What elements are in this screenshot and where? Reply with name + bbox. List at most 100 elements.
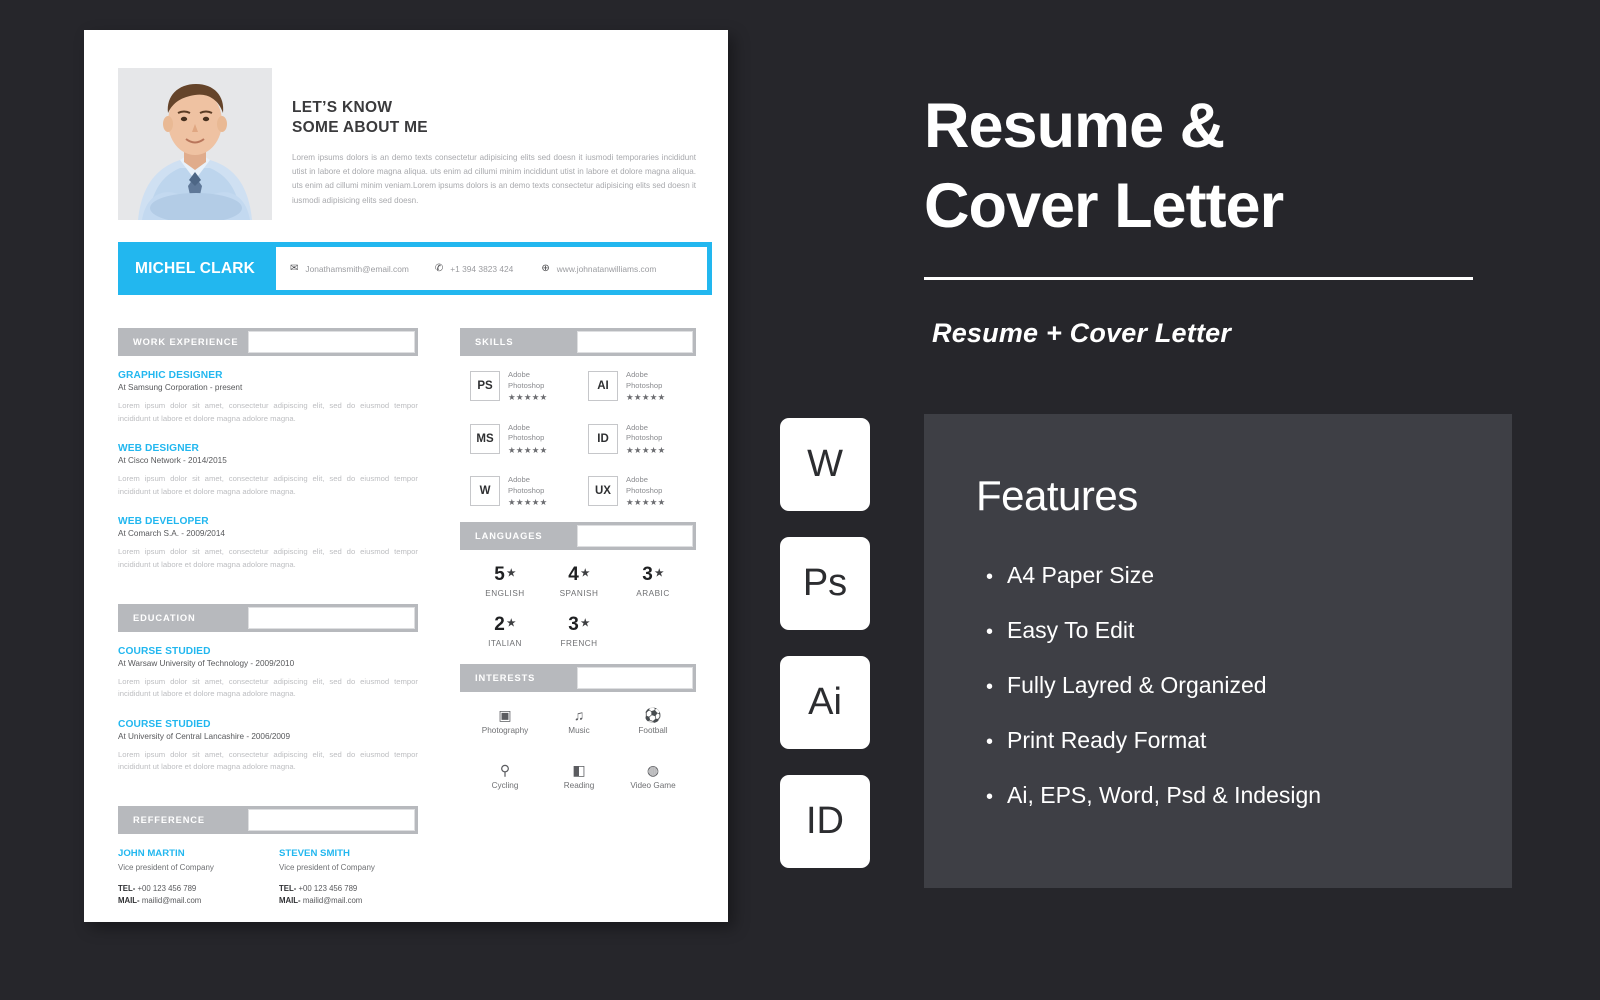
section-label: INTERESTS bbox=[475, 672, 536, 683]
section-header-reference: REFFERENCE bbox=[118, 805, 418, 834]
interest-label: Cycling bbox=[491, 780, 519, 790]
section-label: SKILLS bbox=[475, 337, 514, 347]
entry-title: COURSE STUDIED bbox=[118, 645, 211, 657]
skill-line2: Photoshop bbox=[508, 485, 545, 495]
reference-card: STEVEN SMITH Vice president of Company T… bbox=[279, 848, 418, 907]
star-icon: ★ bbox=[580, 617, 590, 629]
section-inset-box bbox=[577, 666, 693, 689]
language-level-value: 5 bbox=[494, 563, 505, 585]
language-item: 4 ★ SPANISH bbox=[542, 564, 616, 598]
about-block: LET’S KNOW SOME ABOUT ME Lorem ipsums do… bbox=[292, 98, 696, 208]
interest-label: Photography bbox=[481, 725, 529, 735]
skill-meta: Adobe Photoshop ★★★★★ bbox=[508, 423, 548, 456]
skill-stars: ★★★★★ bbox=[626, 444, 666, 455]
phone-icon: ✆ bbox=[434, 262, 444, 274]
photoshop-badge[interactable]: Ps bbox=[780, 537, 870, 630]
language-level: 4 ★ bbox=[542, 564, 616, 585]
feature-item: • Print Ready Format bbox=[986, 727, 1496, 755]
entry-subtitle: At Samsung Corporation - present bbox=[118, 383, 243, 392]
resume-right-column: SKILLS PS Adobe Photoshop ★★★★★ AI Adobe bbox=[460, 328, 696, 816]
illustrator-badge[interactable]: Ai bbox=[780, 656, 870, 749]
promo-title: Resume & Cover Letter bbox=[924, 86, 1544, 246]
skill-meta: Adobe Photoshop ★★★★★ bbox=[626, 475, 666, 508]
section-header-interests: INTERESTS bbox=[460, 663, 696, 692]
contact-phone[interactable]: ✆ +1 394 3823 424 bbox=[434, 262, 514, 274]
contact-email-text: Jonathamsmith@email.com bbox=[305, 263, 409, 274]
language-label: ARABIC bbox=[636, 588, 670, 598]
interest-item: ◧ Reading bbox=[542, 761, 616, 790]
reference-name: JOHN MARTIN bbox=[118, 847, 185, 859]
reference-name: STEVEN SMITH bbox=[279, 847, 350, 859]
skill-line1: Adobe bbox=[626, 475, 648, 484]
reference-mail: MAIL- mailid@mail.com bbox=[118, 895, 257, 907]
poster-canvas: LET’S KNOW SOME ABOUT ME Lorem ipsums do… bbox=[0, 0, 1600, 1000]
language-level-value: 2 bbox=[494, 613, 505, 635]
features-title: Features bbox=[976, 472, 1138, 519]
contact-email[interactable]: ✉ Jonathamsmith@email.com bbox=[290, 263, 409, 274]
reference-grid: JOHN MARTIN Vice president of Company TE… bbox=[118, 848, 418, 907]
football-icon: ⚽ bbox=[644, 706, 662, 723]
entry-subtitle: At Cisco Network - 2014/2015 bbox=[118, 456, 227, 466]
feature-label: A4 Paper Size bbox=[1007, 562, 1155, 588]
interest-label: Football bbox=[638, 725, 668, 735]
contact-website-text: www.johnatanwilliams.com bbox=[556, 263, 657, 274]
section-header-languages: LANGUAGES bbox=[460, 521, 696, 550]
feature-item: • A4 Paper Size bbox=[986, 562, 1496, 590]
section-header-education: EDUCATION bbox=[118, 603, 418, 632]
portrait-illustration bbox=[118, 68, 272, 220]
word-badge[interactable]: W bbox=[780, 418, 870, 511]
entry-subtitle: At University of Central Lancashire - 20… bbox=[118, 731, 291, 741]
section-inset-box bbox=[248, 808, 415, 831]
indesign-badge[interactable]: ID bbox=[780, 775, 870, 868]
contact-phone-text: +1 394 3823 424 bbox=[450, 263, 514, 274]
contact-website[interactable]: ⊕ www.johnatanwilliams.com bbox=[541, 263, 657, 274]
language-label: ENGLISH bbox=[485, 588, 525, 598]
language-level-value: 3 bbox=[642, 563, 653, 585]
reference-tel: TEL- +00 123 456 789 bbox=[279, 883, 418, 895]
skill-meta: Adobe Photoshop ★★★★★ bbox=[508, 370, 548, 403]
skill-badge: PS bbox=[470, 371, 500, 402]
reference-tel-value: +00 123 456 789 bbox=[137, 884, 197, 894]
resume-left-column: WORK EXPERIENCE GRAPHIC DESIGNER At Sams… bbox=[118, 328, 418, 906]
work-entry: WEB DESIGNER At Cisco Network - 2014/201… bbox=[118, 443, 418, 498]
reference-role: Vice president of Company bbox=[118, 862, 214, 872]
skill-line1: Adobe bbox=[626, 370, 648, 379]
entry-description: Lorem ipsum dolor sit amet, consectetur … bbox=[118, 676, 418, 699]
skill-item: UX Adobe Photoshop ★★★★★ bbox=[588, 475, 688, 508]
bullet-icon: • bbox=[986, 621, 994, 643]
interest-label: Music bbox=[568, 725, 590, 735]
about-title-line2: SOME ABOUT ME bbox=[292, 119, 428, 136]
about-body: Lorem ipsums dolors is an demo texts con… bbox=[292, 153, 696, 205]
education-entry: COURSE STUDIED At Warsaw University of T… bbox=[118, 646, 418, 701]
entry-title: GRAPHIC DESIGNER bbox=[118, 370, 223, 381]
section-inset-box bbox=[577, 331, 693, 353]
language-item: 2 ★ ITALIAN bbox=[468, 614, 542, 648]
entry-description: Lorem ipsum dolor sit amet, consectetur … bbox=[118, 401, 418, 423]
skill-line1: Adobe bbox=[508, 370, 530, 379]
music-note-icon: ♫ bbox=[573, 706, 585, 723]
skill-line1: Adobe bbox=[508, 475, 530, 484]
skill-item: MS Adobe Photoshop ★★★★★ bbox=[470, 423, 570, 456]
language-label: ITALIAN bbox=[488, 638, 522, 648]
interest-item: ⚲ Cycling bbox=[468, 761, 542, 790]
feature-item: • Easy To Edit bbox=[986, 617, 1496, 645]
bullet-icon: • bbox=[986, 731, 994, 753]
name-contact-bar: MICHEL CLARK ✉ Jonathamsmith@email.com ✆… bbox=[118, 242, 712, 295]
bullet-icon: • bbox=[986, 786, 994, 808]
skill-line2: Photoshop bbox=[508, 433, 545, 442]
entry-subtitle: At Comarch S.A. - 2009/2014 bbox=[118, 529, 225, 539]
star-icon: ★ bbox=[506, 617, 516, 629]
reference-role: Vice president of Company bbox=[279, 862, 375, 872]
skill-line2: Photoshop bbox=[626, 485, 663, 495]
section-label: REFFERENCE bbox=[133, 814, 206, 825]
gamepad-icon: ◍ bbox=[646, 761, 660, 778]
bicycle-icon: ⚲ bbox=[499, 761, 511, 778]
skill-badge: ID bbox=[588, 423, 618, 454]
skill-badge: W bbox=[470, 476, 500, 507]
feature-label: Ai, EPS, Word, Psd & Indesign bbox=[1007, 782, 1322, 808]
about-title: LET’S KNOW SOME ABOUT ME bbox=[292, 98, 696, 138]
skill-badge: MS bbox=[470, 423, 500, 454]
reference-mail-label: MAIL- bbox=[118, 895, 140, 905]
